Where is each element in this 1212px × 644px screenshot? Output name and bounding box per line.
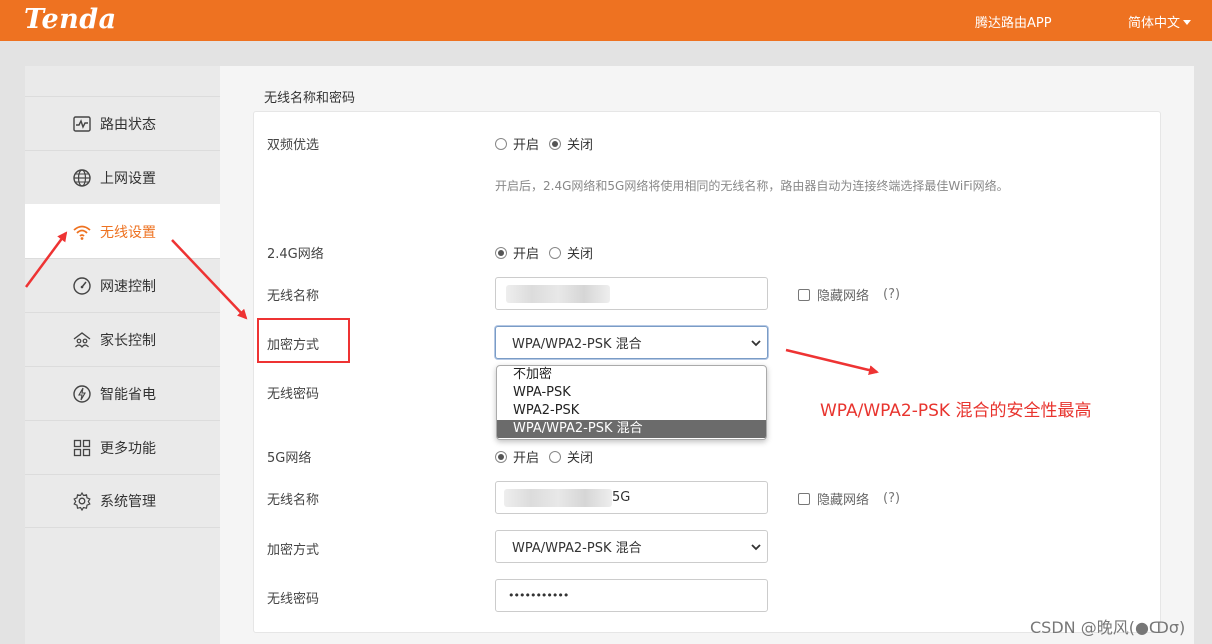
sidebar-item-smart-power-save[interactable]: 智能省电 xyxy=(25,366,220,420)
hide-network-label: 隐藏网络 xyxy=(817,493,870,508)
dropdown-option-wpa2-psk[interactable]: WPA2-PSK xyxy=(497,402,766,420)
band-5-off-radio[interactable]: 关闭 xyxy=(549,447,593,466)
radio-circle-icon xyxy=(549,450,562,463)
redacted-ssid xyxy=(506,284,610,303)
band-24-label: 2.4G网络 xyxy=(267,247,324,262)
radio-label: 开启 xyxy=(513,247,540,262)
checkbox-icon[interactable] xyxy=(798,492,810,505)
sidebar-item-label: 智能省电 xyxy=(100,386,156,403)
dual-band-off-radio[interactable]: 关闭 xyxy=(549,134,593,153)
band-5-label: 5G网络 xyxy=(267,451,312,466)
hide-network-label: 隐藏网络 xyxy=(817,289,870,304)
band-5-password-label: 无线密码 xyxy=(267,592,320,607)
band-24-hide-network[interactable]: 隐藏网络 (?) xyxy=(798,285,900,304)
sidebar-item-parental-control[interactable]: 家长控制 xyxy=(25,312,220,366)
band-5-password-input[interactable]: ••••••••••• xyxy=(495,579,768,612)
help-icon[interactable]: (?) xyxy=(883,491,900,506)
dual-band-label: 双频优选 xyxy=(267,138,320,153)
band-5-hide-network[interactable]: 隐藏网络 (?) xyxy=(798,489,900,508)
dual-band-on-radio[interactable]: 开启 xyxy=(495,134,539,153)
power-save-icon xyxy=(72,384,92,404)
top-header: Tenda 腾达路由APP 简体中文 xyxy=(0,0,1212,41)
annotation-text: WPA/WPA2-PSK 混合的安全性最高 xyxy=(820,401,1092,421)
dropdown-option-wpa-wpa2-mixed[interactable]: WPA/WPA2-PSK 混合 xyxy=(497,420,766,438)
band-24-on-radio[interactable]: 开启 xyxy=(495,243,539,262)
encryption-dropdown-list: 不加密 WPA-PSK WPA2-PSK WPA/WPA2-PSK 混合 xyxy=(496,365,767,440)
tenda-logo[interactable]: Tenda xyxy=(24,4,117,35)
dual-band-hint: 开启后，2.4G网络和5G网络将使用相同的无线名称，路由器自动为连接终端选择最佳… xyxy=(495,179,1009,193)
sidebar-item-internet-settings[interactable]: 上网设置 xyxy=(25,150,220,204)
sidebar-item-more-features[interactable]: 更多功能 xyxy=(25,420,220,474)
sidebar-item-label: 上网设置 xyxy=(100,170,156,187)
radio-circle-icon xyxy=(549,246,562,259)
radio-label: 关闭 xyxy=(567,451,594,466)
chevron-down-icon xyxy=(751,340,761,347)
grid-icon xyxy=(72,438,92,458)
csdn-watermark: CSDN @晚风(●ↀσ) xyxy=(1030,618,1186,637)
dropdown-option-wpa-psk[interactable]: WPA-PSK xyxy=(497,384,766,402)
band-24-off-radio[interactable]: 关闭 xyxy=(549,243,593,262)
chevron-down-icon xyxy=(751,544,761,551)
sidebar-item-system-management[interactable]: 系统管理 xyxy=(25,474,220,528)
band-5-ssid-input[interactable]: 5G xyxy=(495,481,768,514)
sidebar-item-label: 更多功能 xyxy=(100,440,156,457)
radio-checked-icon xyxy=(495,246,507,259)
radio-label: 开启 xyxy=(513,138,540,153)
language-label: 简体中文 xyxy=(1128,16,1181,31)
band-5-ssid-label: 无线名称 xyxy=(267,493,320,508)
sidebar-item-wireless-settings[interactable]: 无线设置 xyxy=(25,204,220,258)
family-icon xyxy=(72,330,92,350)
language-selector[interactable]: 简体中文 xyxy=(1128,12,1192,31)
password-value: ••••••••••• xyxy=(508,589,569,602)
band-5-on-radio[interactable]: 开启 xyxy=(495,447,539,466)
sidebar-item-label: 路由状态 xyxy=(100,116,156,133)
band-5-encryption-label: 加密方式 xyxy=(267,543,320,558)
sidebar-item-label: 无线设置 xyxy=(100,224,156,241)
sidebar-item-label: 家长控制 xyxy=(100,332,156,349)
band-24-radio-group: 开启 关闭 xyxy=(495,243,603,262)
status-chart-icon xyxy=(72,114,92,134)
band-5-encryption-select[interactable]: WPA/WPA2-PSK 混合 xyxy=(495,530,768,563)
annotation-highlight-box xyxy=(257,318,350,363)
radio-circle-icon xyxy=(495,137,507,150)
radio-label: 关闭 xyxy=(567,247,594,262)
dropdown-option-none[interactable]: 不加密 xyxy=(497,366,766,384)
radio-checked-icon xyxy=(495,450,507,463)
redacted-ssid xyxy=(504,488,612,507)
globe-icon xyxy=(72,168,92,188)
dual-band-radio-group: 开启 关闭 xyxy=(495,134,603,153)
checkbox-icon[interactable] xyxy=(798,288,810,301)
band-24-ssid-label: 无线名称 xyxy=(267,289,320,304)
sidebar-item-label: 网速控制 xyxy=(100,278,156,295)
wifi-icon xyxy=(72,222,92,242)
radio-label: 关闭 xyxy=(567,138,594,153)
section-title: 无线名称和密码 xyxy=(264,91,356,106)
help-icon[interactable]: (?) xyxy=(883,287,900,302)
select-value: WPA/WPA2-PSK 混合 xyxy=(512,337,642,352)
sidebar-item-label: 系统管理 xyxy=(100,494,156,510)
gear-icon xyxy=(72,491,92,511)
caret-down-icon xyxy=(1183,20,1192,25)
band-24-ssid-input[interactable] xyxy=(495,277,768,310)
router-app-link[interactable]: 腾达路由APP xyxy=(975,12,1052,31)
speedometer-icon xyxy=(72,276,92,296)
sidebar-item-router-status[interactable]: 路由状态 xyxy=(25,96,220,150)
band-24-encryption-select[interactable]: WPA/WPA2-PSK 混合 xyxy=(495,326,768,359)
radio-label: 开启 xyxy=(513,451,540,466)
band-24-password-label: 无线密码 xyxy=(267,387,320,402)
sidebar-item-speed-control[interactable]: 网速控制 xyxy=(25,258,220,312)
sidebar: 路由状态 上网设置 无线设置 网速控制 家长控制 智能省电 更多功能 系统管理 xyxy=(25,66,220,644)
select-value: WPA/WPA2-PSK 混合 xyxy=(512,541,642,556)
radio-checked-icon xyxy=(549,137,562,150)
band-5-radio-group: 开启 关闭 xyxy=(495,447,603,466)
ssid-suffix: 5G xyxy=(612,490,631,505)
